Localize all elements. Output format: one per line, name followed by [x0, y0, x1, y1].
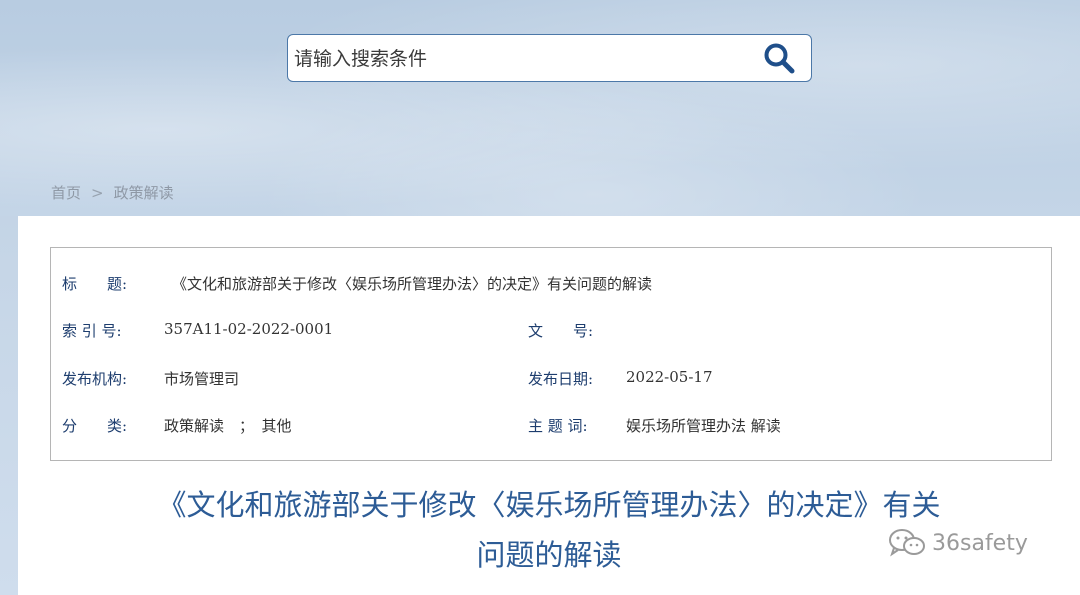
breadcrumb-current[interactable]: 政策解读 [114, 182, 174, 203]
index-label: 索 引 号: [62, 322, 122, 340]
issuer-label: 发布机构: [62, 370, 128, 388]
breadcrumb-separator: > [91, 184, 104, 202]
date-label: 发布日期: [528, 370, 594, 388]
keywords-label: 主 题 词: [528, 417, 588, 435]
wechat-icon [889, 529, 925, 557]
issuer-value: 市场管理司 [164, 370, 240, 388]
search-input[interactable] [292, 41, 756, 77]
index-value: 357A11-02-2022-0001 [164, 320, 334, 338]
metadata-table: 标 题: 《文化和旅游部关于修改〈娱乐场所管理办法〉的决定》有关问题的解读 索 … [50, 247, 1052, 461]
search-box [287, 34, 812, 82]
category-label: 分 类: [62, 417, 128, 435]
search-button[interactable] [763, 42, 797, 74]
breadcrumb: 首页 > 政策解读 [51, 182, 174, 203]
breadcrumb-home[interactable]: 首页 [51, 182, 81, 203]
title-label: 标 题: [62, 275, 128, 293]
keywords-value: 娱乐场所管理办法 解读 [626, 417, 781, 435]
article-title-line-1: 《文化和旅游部关于修改〈娱乐场所管理办法〉的决定》有关 [157, 488, 941, 522]
title-value: 《文化和旅游部关于修改〈娱乐场所管理办法〉的决定》有关问题的解读 [172, 275, 653, 293]
search-icon [764, 43, 795, 74]
doc-number-label: 文 号: [528, 322, 594, 340]
category-value: 政策解读 ； 其他 [164, 417, 292, 435]
date-value: 2022-05-17 [626, 368, 713, 386]
watermark-text: 36safety [932, 530, 1028, 556]
watermark: 36safety [888, 528, 1028, 558]
